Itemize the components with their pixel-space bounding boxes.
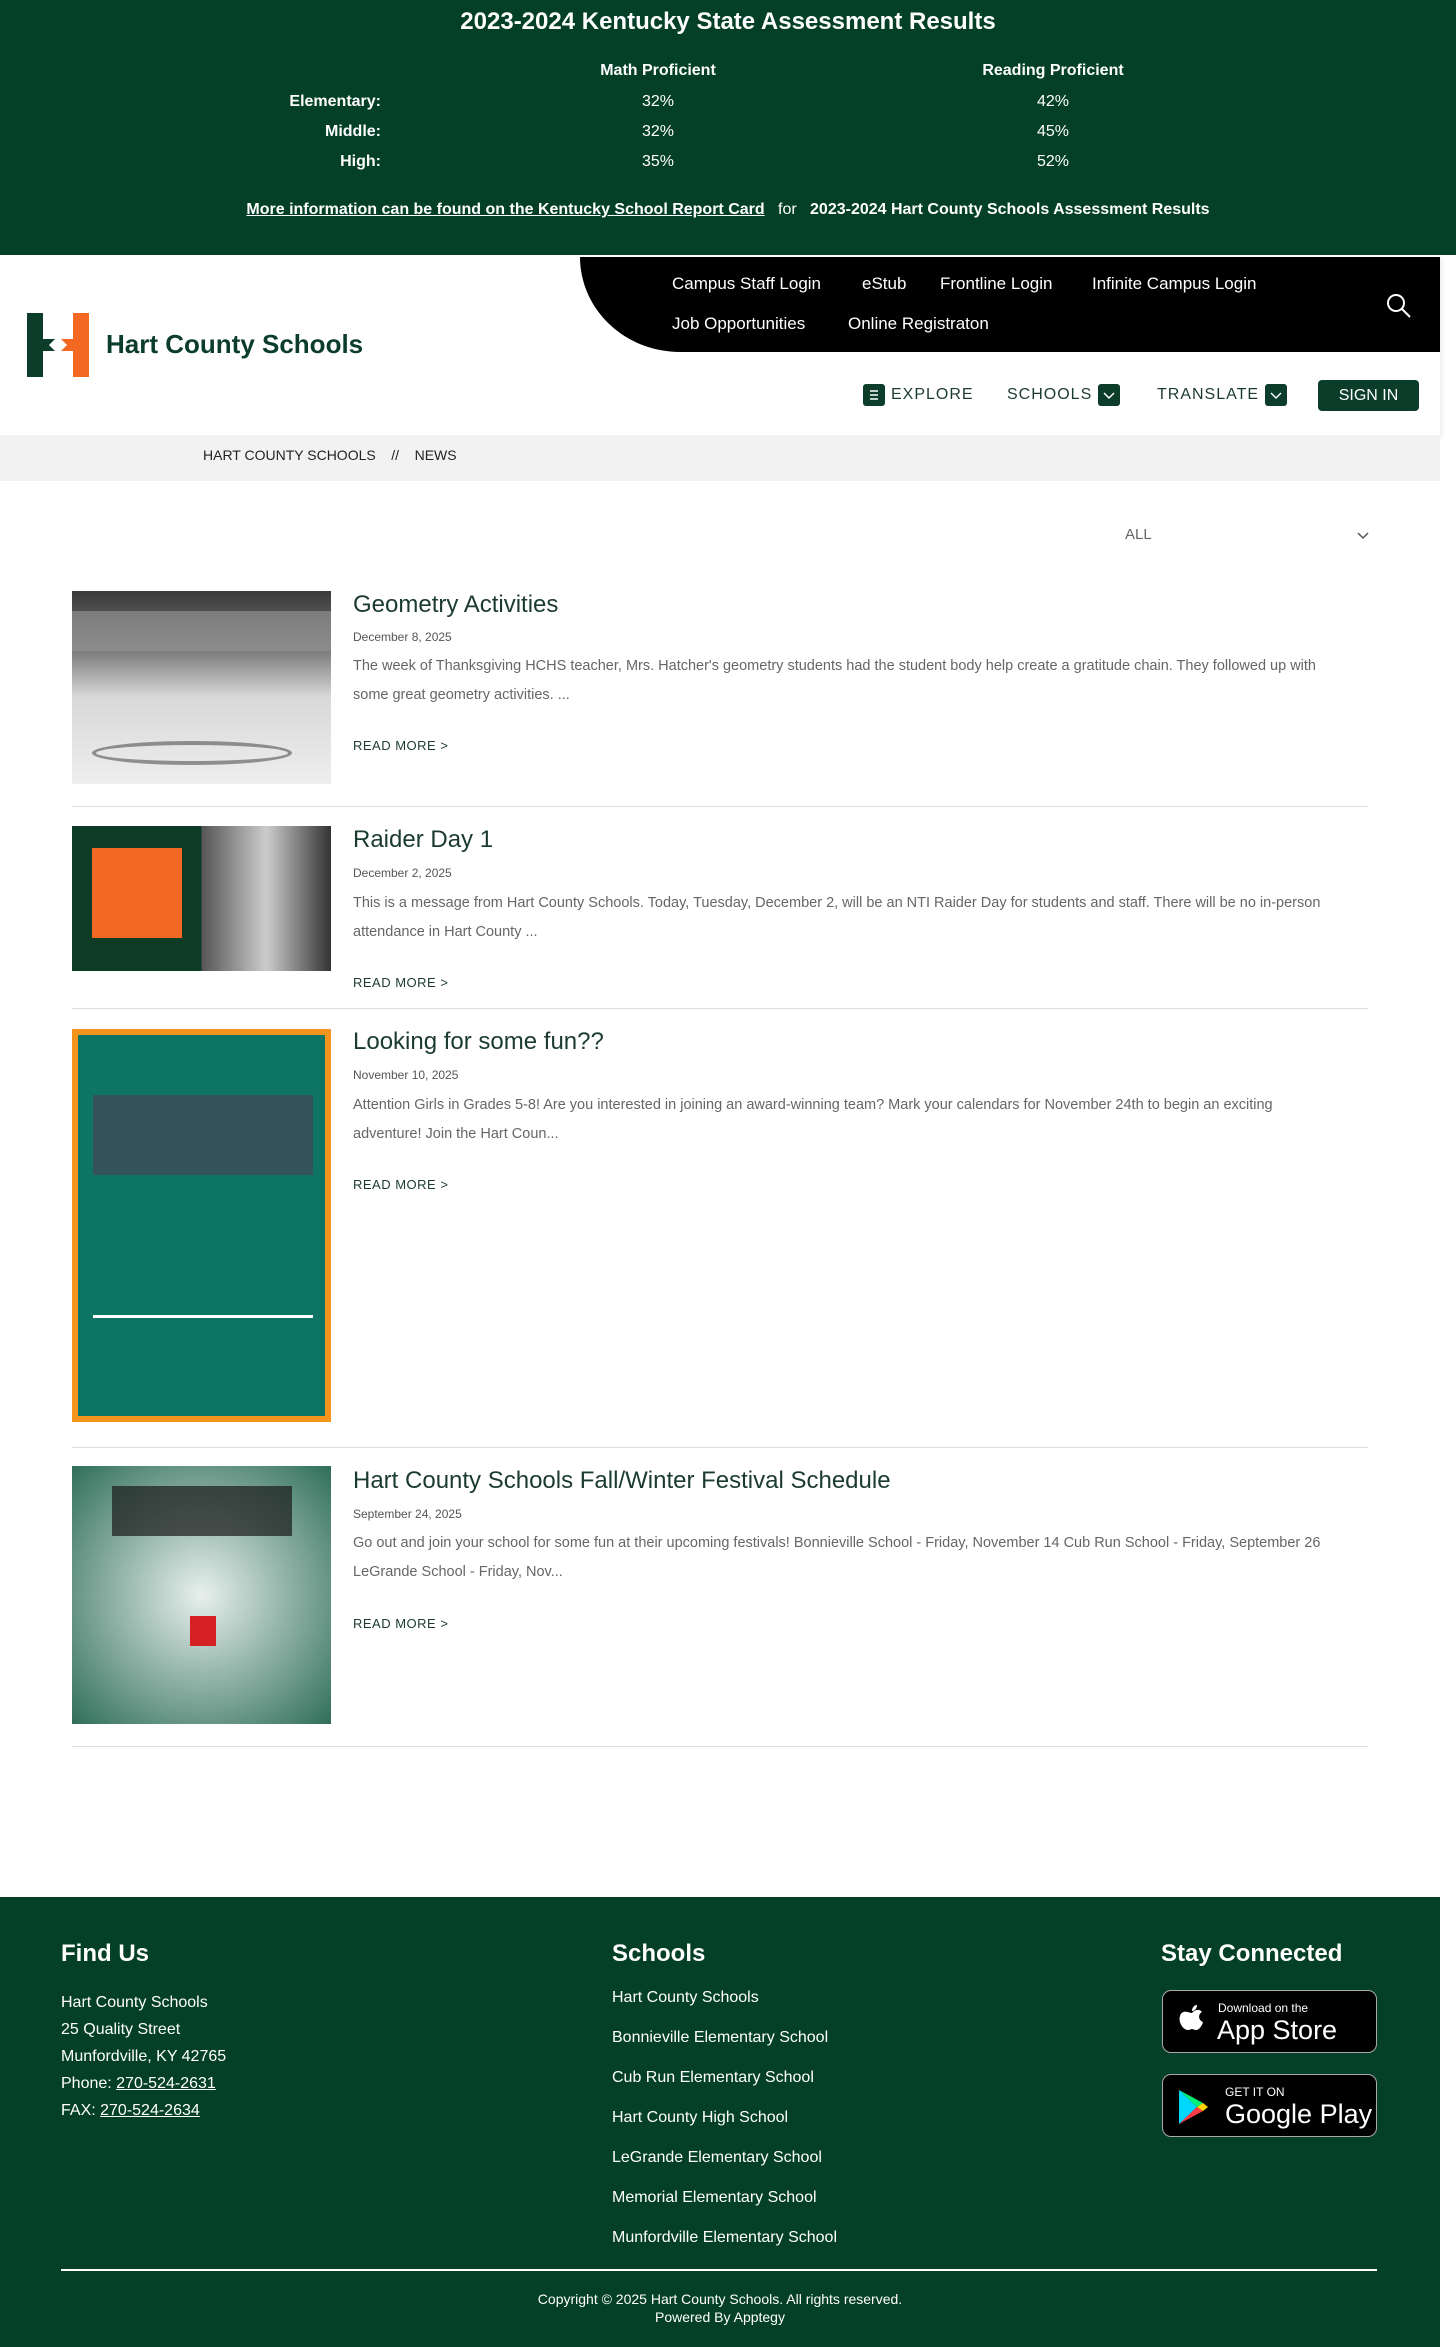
nav-infinite-campus-login[interactable]: Infinite Campus Login [1092,274,1256,294]
article-title[interactable]: Raider Day 1 [353,826,493,854]
breadcrumb-current: NEWS [414,447,457,463]
for-text: for [778,201,797,218]
article-image[interactable] [72,1029,331,1422]
breadcrumb-home[interactable]: HART COUNTY SCHOOLS [203,447,376,463]
read-more-link[interactable]: READ MORE > [353,975,448,990]
explore-button[interactable]: EXPLORE [863,384,974,406]
banner-info: More information can be found on the Ken… [0,201,1456,219]
read-more-link[interactable]: READ MORE > [353,1177,448,1192]
site-header: Hart County Schools Campus Staff Login e… [0,255,1440,435]
divider [72,1008,1368,1009]
app-store-button[interactable]: Download on the App Store [1162,1990,1377,2053]
footer: Find Us Hart County Schools 25 Quality S… [0,1897,1440,2347]
reading-value: 42% [1036,93,1070,110]
chevron-down-icon [1098,384,1121,406]
translate-dropdown[interactable]: TRANSLATE [1157,384,1288,406]
translate-label: TRANSLATE [1157,386,1260,403]
nav-campus-staff-login[interactable]: Campus Staff Login [672,274,821,294]
logo-icon[interactable] [27,313,89,377]
schools-label: SCHOOLS [1007,386,1093,403]
nav-online-registration[interactable]: Online Registraton [848,314,989,334]
search-icon[interactable] [1386,293,1412,324]
sign-in-button[interactable]: SIGN IN [1318,380,1419,411]
math-value: 32% [641,123,675,140]
banner-title: 2023-2024 Kentucky State Assessment Resu… [460,8,996,35]
address-line: Munfordville, KY 42765 [61,2048,227,2065]
article-image[interactable] [72,591,331,784]
article-description: Attention Girls in Grades 5-8! Are you i… [353,1097,1273,1142]
phone-label: Phone: [61,2075,117,2092]
nav-estub[interactable]: eStub [862,274,906,294]
address: Hart County Schools 25 Quality Street Mu… [61,1989,226,2124]
article-date: September 24, 2025 [353,1507,462,1521]
article-date: December 8, 2025 [353,630,452,644]
chevron-down-icon [1356,528,1370,546]
copyright: Copyright © 2025 Hart County Schools. Al… [537,2291,903,2307]
address-line: Hart County Schools [61,1994,208,2011]
article-title[interactable]: Geometry Activities [353,591,558,619]
article-image[interactable] [72,826,331,971]
google-play-button[interactable]: GET IT ON Google Play [1162,2074,1377,2137]
math-value: 35% [641,153,675,170]
article-description: This is a message from Hart County Schoo… [353,895,1321,940]
article-title[interactable]: Hart County Schools Fall/Winter Festival… [353,1467,891,1495]
divider [72,806,1368,807]
article-description: The week of Thanksgiving HCHS teacher, M… [353,658,1316,703]
reading-value: 52% [1036,153,1070,170]
article-date: December 2, 2025 [353,866,452,880]
stay-connected-heading: Stay Connected [1161,1940,1343,1967]
school-link[interactable]: Munfordville Elementary School [612,2229,837,2247]
article-image[interactable] [72,1466,331,1724]
school-link[interactable]: LeGrande Elementary School [612,2149,822,2167]
address-line: 25 Quality Street [61,2021,181,2038]
results-text: 2023-2024 Hart County Schools Assessment… [810,201,1210,218]
breadcrumb-separator: // [391,447,400,463]
report-card-link[interactable]: More information can be found on the Ken… [246,201,764,218]
school-link[interactable]: Hart County High School [612,2109,788,2127]
assessment-banner: 2023-2024 Kentucky State Assessment Resu… [0,0,1456,255]
math-value: 32% [641,93,675,110]
article-date: November 10, 2025 [353,1068,459,1082]
find-us-heading: Find Us [61,1940,149,1967]
powered-by[interactable]: Powered By Apptegy [0,2309,1440,2325]
school-link[interactable]: Hart County Schools [612,1989,759,2007]
utility-nav: Campus Staff Login eStub Frontline Login… [580,257,1440,352]
schools-dropdown[interactable]: SCHOOLS [1007,384,1121,406]
explore-label: EXPLORE [891,386,974,403]
google-play-icon [1177,2089,1209,2130]
divider [72,1746,1368,1747]
play-big-text: Google Play [1225,2099,1373,2129]
footer-divider [61,2269,1377,2271]
row-label: Middle: [325,123,381,140]
math-header: Math Proficient [600,62,716,79]
appstore-big-text: App Store [1217,2015,1338,2045]
apple-icon [1177,2003,1207,2044]
school-link[interactable]: Cub Run Elementary School [612,2069,814,2087]
row-label: High: [340,153,381,170]
nav-job-opportunities[interactable]: Job Opportunities [672,314,805,334]
filter-value: ALL [1125,526,1152,543]
school-link[interactable]: Bonnieville Elementary School [612,2029,828,2047]
fax-label: FAX: [61,2102,101,2119]
phone-link[interactable]: 270-524-2631 [116,2075,216,2092]
chevron-down-icon [1265,384,1288,406]
read-more-link[interactable]: READ MORE > [353,738,448,753]
divider [72,1447,1368,1448]
article-title[interactable]: Looking for some fun?? [353,1028,604,1056]
school-link[interactable]: Memorial Elementary School [612,2189,817,2207]
site-name[interactable]: Hart County Schools [106,329,363,360]
appstore-small-text: Download on the [1218,2001,1309,2015]
menu-icon [863,384,885,406]
category-filter[interactable]: ALL [1125,526,1370,550]
reading-value: 45% [1036,123,1070,140]
row-label: Elementary: [289,93,381,110]
schools-heading: Schools [612,1940,706,1967]
play-small-text: GET IT ON [1225,2085,1285,2099]
article-description: Go out and join your school for some fun… [353,1535,1321,1580]
reading-header: Reading Proficient [982,62,1124,79]
fax-link[interactable]: 270-524-2634 [100,2102,200,2119]
breadcrumb: HART COUNTY SCHOOLS // NEWS [0,435,1440,481]
nav-frontline-login[interactable]: Frontline Login [940,274,1052,294]
read-more-link[interactable]: READ MORE > [353,1616,448,1631]
